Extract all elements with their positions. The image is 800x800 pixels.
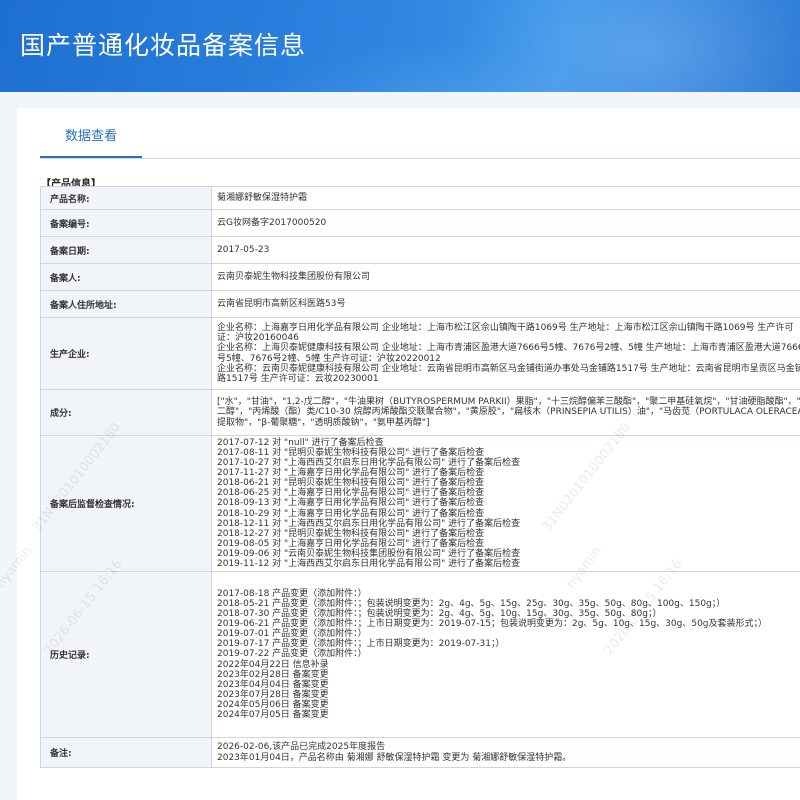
inspection-line: 2018-10-29 对 "上海嘉亨日用化学品有限公司" 进行了备案后检查 [217,508,485,519]
ingredients-text: ["水"，"甘油"，"1,2-戊二醇"，"牛油果树（BUTYROSPERMUM … [217,397,800,428]
record-date-value: 2017-05-23 [211,236,800,264]
history-line: 2023年02月28日 备案变更 [217,669,329,680]
history-line: 2019-07-22 产品变更（添加附件：） [217,649,367,660]
inspection-line: 2017-08-11 对 "昆明贝泰妮生物科技有限公司" 进行了备案后检查 [217,448,485,459]
inspection-line: 2018-12-27 对 "昆明贝泰妮生物科技有限公司" 进行了备案后检查 [217,528,485,539]
row-label: 备注: [40,737,212,769]
row-label: 备案人住所地址: [40,290,212,318]
remarks-line: 2023年01月04日，产品名称由 菊湘娜 舒敏保湿特护霜 变更为 菊湘娜舒敏保… [217,752,572,763]
table-row: 生产企业: 企业名称：上海嘉亨日用化学品有限公司 企业地址：上海市松江区佘山镇陶… [40,317,800,390]
history-line: 2019-07-01 产品变更（添加附件：） [217,629,367,640]
tab-bar: 数据查看 [40,108,800,159]
ingredients-value: ["水"，"甘油"，"1,2-戊二醇"，"牛油果树（BUTYROSPERMUM … [211,389,800,436]
inspection-line: 2018-06-25 对 "上海嘉亨日用化学品有限公司" 进行了备案后检查 [217,488,485,499]
row-label: 备案日期: [40,236,212,264]
remarks-line: 2026-02-06,该产品已完成2025年度报告 [217,742,386,753]
row-label: 成分: [40,389,212,436]
page-title: 国产普通化妆品备案信息 [20,31,307,60]
inspection-line: 2017-11-27 对 "上海嘉亨日用化学品有限公司" 进行了备案后检查 [217,468,485,479]
history-line: 2023年04月04日 备案变更 [217,679,329,690]
remarks-value: 2026-02-06,该产品已完成2025年度报告 2023年01月04日，产品… [211,737,800,769]
row-label: 备案编号: [40,209,212,237]
inspection-line: 2017-07-12 对 "null" 进行了备案后检查 [217,438,384,448]
inspection-line: 2019-11-12 对 "上海西西艾尔启东日用化学品有限公司" 进行了备案后检… [217,558,521,569]
history-line: 2019-07-17 产品变更（添加附件：；上市日期变更为：2019-07-31… [217,639,505,650]
inspection-line: 2017-10-27 对 "上海西西艾尔启东日用化学品有限公司" 进行了备案后检… [217,458,521,469]
table-row: 备案人住所地址: 云南省昆明市高新区科医路53号 [40,290,800,318]
tab-data-view[interactable]: 数据查看 [40,108,142,158]
table-row: 产品名称: 菊湘娜舒敏保湿特护霜 [40,186,800,210]
history-line: 2024年05月06日 备案变更 [217,699,329,710]
inspection-line: 2019-08-05 对 "上海嘉亨日用化学品有限公司" 进行了备案后检查 [217,538,485,549]
product-info-table: 产品名称: 菊湘娜舒敏保湿特护霜 备案编号: 云G妆网备字2017000520 … [40,186,800,769]
record-no-value: 云G妆网备字2017000520 [211,209,800,237]
table-row: 备案后监督检查情况: 2017-07-12 对 "null" 进行了备案后检查 2… [40,434,800,573]
history-line: 2018-05-21 产品变更（添加附件：；包装说明变更为：2g、4g、5g、1… [217,599,726,610]
table-row: 备案编号: 云G妆网备字2017000520 [40,209,800,237]
row-label: 产品名称: [40,186,212,210]
row-label: 备案人: [40,263,212,291]
manufacturer-value: 企业名称：上海嘉亨日用化学品有限公司 企业地址：上海市松江区佘山镇陶干路1069… [211,317,800,390]
registrant-value: 云南贝泰妮生物科技集团股份有限公司 [211,263,800,291]
inspection-line: 2018-12-11 对 "上海西西艾尔启东日用化学品有限公司" 进行了备案后检… [217,518,521,529]
history-line: 2022年04月22日 信息补录 [217,659,329,670]
row-label: 历史记录: [40,571,212,739]
inspection-line: 2018-06-21 对 "昆明贝泰妮生物科技有限公司" 进行了备案后检查 [217,478,485,489]
history-value: 2017-08-18 产品变更（添加附件：） 2018-05-21 产品变更（添加… [211,571,800,739]
manufacturer-line: 企业名称：上海嘉亨日用化学品有限公司 企业地址：上海市松江区佘山镇陶干路1069… [217,323,794,344]
history-line: 2023年07月28日 备案变更 [217,689,329,700]
table-row: 历史记录: 2017-08-18 产品变更（添加附件：） 2018-05-21 产… [40,571,800,739]
row-label: 备案后监督检查情况: [40,434,212,573]
history-line: 2017-08-18 产品变更（添加附件：） [217,589,367,599]
table-row: 备注: 2026-02-06,该产品已完成2025年度报告 2023年01月04… [40,737,800,769]
history-line: 2019-06-21 产品变更（添加附件：；上市日期变更为：2019-07-15… [217,619,768,630]
inspection-value: 2017-07-12 对 "null" 进行了备案后检查 2017-08-11 对… [211,434,800,573]
inspection-line: 2019-09-06 对 "云南贝泰妮生物科技集团股份有限公司" 进行了备案后检… [217,548,521,559]
registrant-address-value: 云南省昆明市高新区科医路53号 [211,290,800,318]
product-name-value: 菊湘娜舒敏保湿特护霜 [211,186,800,210]
table-row: 备案人: 云南贝泰妮生物科技集团股份有限公司 [40,263,800,291]
history-line: 2018-07-30 产品变更（添加附件：；包装说明变更为：2g、4g、5g、1… [217,609,662,620]
inspection-line: 2018-09-13 对 "上海嘉亨日用化学品有限公司" 进行了备案后检查 [217,498,485,509]
table-row: 备案日期: 2017-05-23 [40,236,800,264]
history-line: 2024年07月05日 备案变更 [217,709,329,720]
table-row: 成分: ["水"，"甘油"，"1,2-戊二醇"，"牛油果树（BUTYROSPER… [40,389,800,436]
content-card: 数据查看 【产品信息】 产品名称: 菊湘娜舒敏保湿特护霜 备案编号: 云G妆网备… [17,108,800,800]
manufacturer-line: 企业名称：云南贝泰妮健康科技有限公司 企业地址：云南省昆明市高新区马金铺街道办事… [217,363,800,384]
row-label: 生产企业: [40,317,212,390]
page-header: 国产普通化妆品备案信息 [0,0,800,92]
manufacturer-line: 企业名称：上海贝泰妮健康科技有限公司 企业地址：上海市青浦区盈港大道7666号5… [217,343,800,364]
